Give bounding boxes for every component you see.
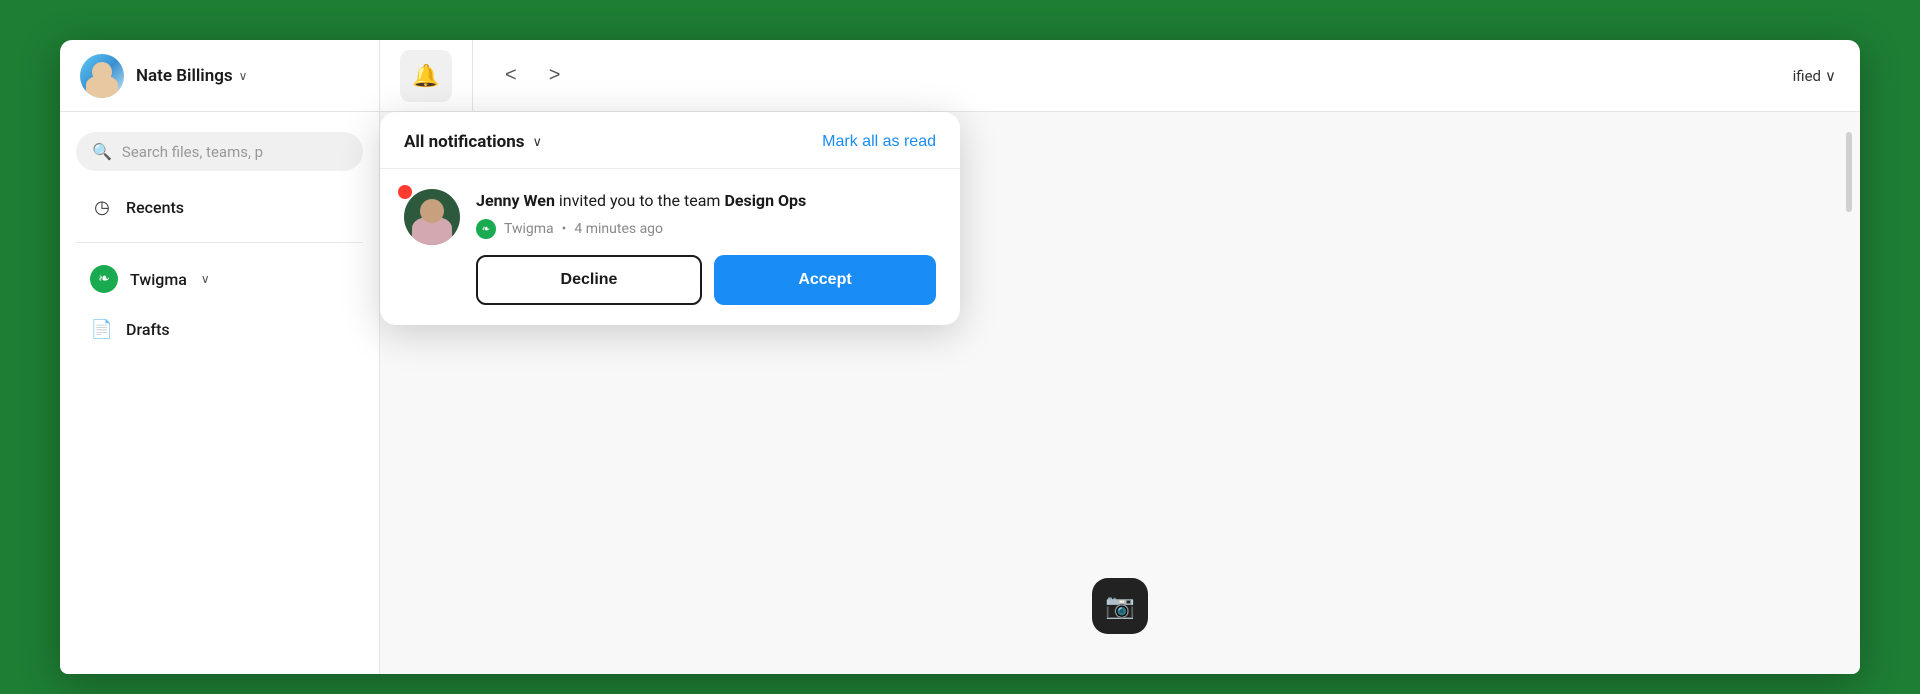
bottom-camera-button[interactable]: 📷 <box>1092 578 1148 634</box>
separator-dot: • <box>562 221 567 237</box>
nav-forward-button[interactable]: > <box>541 60 569 91</box>
notification-header: All notifications ∨ Mark all as read <box>380 112 960 169</box>
notification-bell-button[interactable]: 🔔 <box>400 50 452 102</box>
scrollbar[interactable] <box>1846 132 1852 212</box>
notification-title: All notifications <box>404 132 524 152</box>
navigation-arrows: < > <box>473 60 592 91</box>
twigma-icon: ❧ <box>90 265 118 293</box>
unread-dot <box>398 185 412 199</box>
team-icon: ❧ <box>476 219 496 239</box>
top-bar-center: 🔔 <box>380 40 473 111</box>
notification-text-area: Jenny Wen invited you to the team Design… <box>476 189 936 305</box>
message-pre: invited you to the team <box>555 191 725 210</box>
sort-chevron-icon: ∨ <box>1825 67 1836 85</box>
sender-name: Jenny Wen <box>476 191 555 210</box>
nav-back-button[interactable]: < <box>497 60 525 91</box>
sidebar-item-twigma[interactable]: ❧ Twigma ∨ <box>76 255 363 303</box>
user-name-button[interactable]: Nate Billings ∨ <box>136 66 247 86</box>
recents-icon: ◷ <box>90 197 114 218</box>
top-bar-right: ified ∨ <box>592 67 1860 85</box>
mark-all-read-button[interactable]: Mark all as read <box>822 133 936 151</box>
search-icon: 🔍 <box>92 142 112 161</box>
avatar <box>80 54 124 98</box>
notification-meta: ❧ Twigma • 4 minutes ago <box>476 219 936 239</box>
sidebar-item-drafts[interactable]: 📄 Drafts <box>76 309 363 350</box>
twigma-label: Twigma <box>130 270 187 289</box>
notification-item: Jenny Wen invited you to the team Design… <box>380 169 960 325</box>
sort-dropdown[interactable]: ified ∨ <box>1793 67 1836 85</box>
sort-label: ified <box>1793 67 1821 85</box>
notification-content: Jenny Wen invited you to the team Design… <box>404 189 936 305</box>
camera-icon: 📷 <box>1105 592 1135 620</box>
drafts-icon: 📄 <box>90 319 114 340</box>
accept-button[interactable]: Accept <box>714 255 936 305</box>
twigma-leaf-icon: ❧ <box>98 271 110 287</box>
bell-icon: 🔔 <box>412 63 439 89</box>
user-name: Nate Billings <box>136 66 233 86</box>
main-content: 🔍 Search files, teams, p ◷ Recents ❧ Twi… <box>60 112 1860 674</box>
app-window: Nate Billings ∨ 🔔 < > ified ∨ <box>60 40 1860 674</box>
twigma-chevron-icon: ∨ <box>201 272 210 286</box>
sidebar: 🔍 Search files, teams, p ◷ Recents ❧ Twi… <box>60 112 380 674</box>
sidebar-item-recents[interactable]: ◷ Recents <box>76 187 363 228</box>
sidebar-divider <box>76 242 363 243</box>
team-leaf-icon: ❧ <box>482 224 490 235</box>
recents-label: Recents <box>126 198 184 217</box>
notification-message: Jenny Wen invited you to the team Design… <box>476 189 936 213</box>
drafts-label: Drafts <box>126 320 170 339</box>
notification-popup: All notifications ∨ Mark all as read Jen… <box>380 112 960 325</box>
team-source: Twigma <box>504 221 554 237</box>
top-bar: Nate Billings ∨ 🔔 < > ified ∨ <box>60 40 1860 112</box>
search-placeholder: Search files, teams, p <box>122 143 263 161</box>
notification-filter-button[interactable]: All notifications ∨ <box>404 132 542 152</box>
notification-avatar-wrapper <box>404 189 460 245</box>
notification-actions: Decline Accept <box>476 255 936 305</box>
time-ago: 4 minutes ago <box>574 221 663 237</box>
search-bar[interactable]: 🔍 Search files, teams, p <box>76 132 363 171</box>
top-bar-left: Nate Billings ∨ <box>60 40 380 111</box>
decline-button[interactable]: Decline <box>476 255 702 305</box>
notification-sender-avatar <box>404 189 460 245</box>
team-name: Design Ops <box>724 191 806 210</box>
user-chevron-icon: ∨ <box>239 69 248 83</box>
notification-chevron-icon: ∨ <box>532 135 542 150</box>
